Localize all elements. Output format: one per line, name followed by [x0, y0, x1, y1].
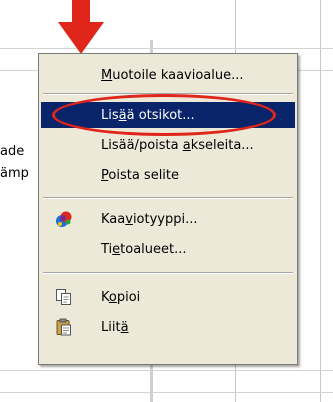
menu-item-label: Poista selite: [101, 167, 180, 183]
grid-line: [320, 0, 321, 402]
menu-item-chart-type[interactable]: Kaaviotyyppi...: [41, 206, 295, 232]
chart-type-icon: [56, 211, 72, 227]
menu-item-label: Tietoalueet...: [101, 241, 187, 257]
cell-text: ämp: [0, 166, 29, 181]
grid-line: [0, 370, 333, 371]
menu-item-label: Muotoile kaavioalue...: [101, 67, 244, 83]
menu-item-format-chart-area[interactable]: Muotoile kaavioalue...: [41, 62, 295, 88]
menu-item-delete-legend[interactable]: Poista selite: [41, 162, 295, 188]
menu-item-label: Kaaviotyyppi...: [101, 211, 198, 227]
menu-item-data-ranges[interactable]: Tietoalueet...: [41, 236, 295, 262]
menu-item-copy[interactable]: Kopioi: [41, 284, 295, 310]
menu-separator: [43, 197, 293, 199]
menu-separator: [43, 272, 293, 274]
grid-line: [0, 392, 333, 393]
menu-item-label: Lisää/poista akseleita...: [101, 137, 254, 153]
menu-item-paste[interactable]: Liitä: [41, 314, 295, 340]
paste-icon: [56, 318, 71, 336]
menu-item-label: Kopioi: [101, 289, 141, 305]
red-arrow-annotation: [58, 0, 104, 54]
copy-icon: [56, 289, 71, 305]
red-ellipse-annotation: [52, 94, 276, 136]
cell-text: ade: [0, 144, 25, 159]
menu-item-label: Liitä: [101, 319, 129, 335]
grid-line: [0, 48, 333, 49]
